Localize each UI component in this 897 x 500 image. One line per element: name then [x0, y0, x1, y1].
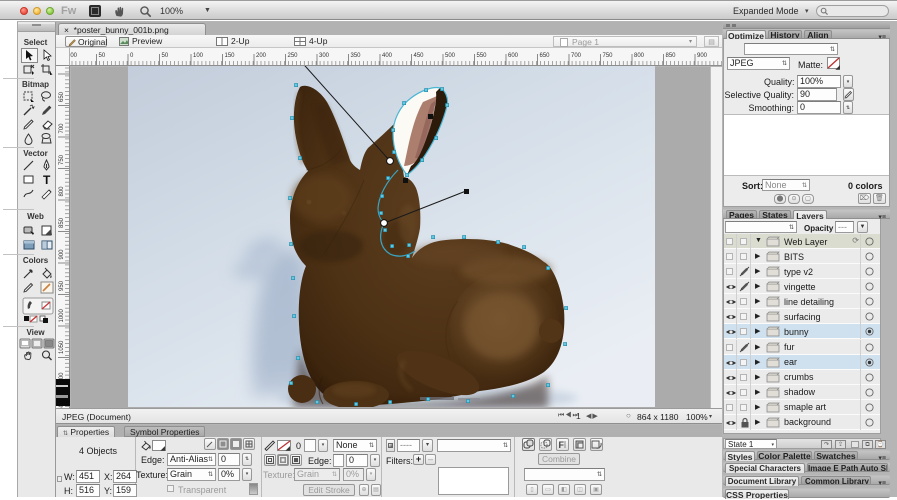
svg-text:300: 300 [319, 53, 330, 59]
svg-text:T: T [43, 173, 51, 186]
svg-text:1000: 1000 [59, 308, 65, 322]
svg-text:850: 850 [666, 53, 677, 59]
svg-text:550: 550 [477, 53, 488, 59]
svg-text:150: 150 [225, 53, 236, 59]
svg-text:100: 100 [70, 53, 78, 59]
svg-text:900: 900 [59, 249, 65, 260]
svg-text:900: 900 [697, 53, 708, 59]
svg-text:50: 50 [162, 53, 169, 59]
svg-text:650: 650 [540, 53, 551, 59]
svg-text:750: 750 [603, 53, 614, 59]
svg-text:700: 700 [571, 53, 582, 59]
svg-text:400: 400 [382, 53, 393, 59]
svg-text:500: 500 [445, 53, 456, 59]
svg-text:350: 350 [351, 53, 362, 59]
svg-text:950: 950 [59, 280, 65, 291]
svg-text:650: 650 [59, 91, 65, 102]
svg-text:850: 850 [59, 217, 65, 228]
svg-text:600: 600 [508, 53, 519, 59]
svg-text:750: 750 [59, 154, 65, 165]
svg-text:50: 50 [99, 53, 106, 59]
svg-text:250: 250 [288, 53, 299, 59]
svg-text:450: 450 [414, 53, 425, 59]
svg-text:0: 0 [130, 53, 134, 59]
svg-text:1050: 1050 [59, 340, 65, 354]
svg-text:200: 200 [256, 53, 267, 59]
svg-text:F: F [559, 440, 565, 450]
svg-text:100: 100 [193, 53, 204, 59]
svg-text:800: 800 [59, 186, 65, 197]
svg-text:800: 800 [634, 53, 645, 59]
svg-text:700: 700 [59, 123, 65, 134]
